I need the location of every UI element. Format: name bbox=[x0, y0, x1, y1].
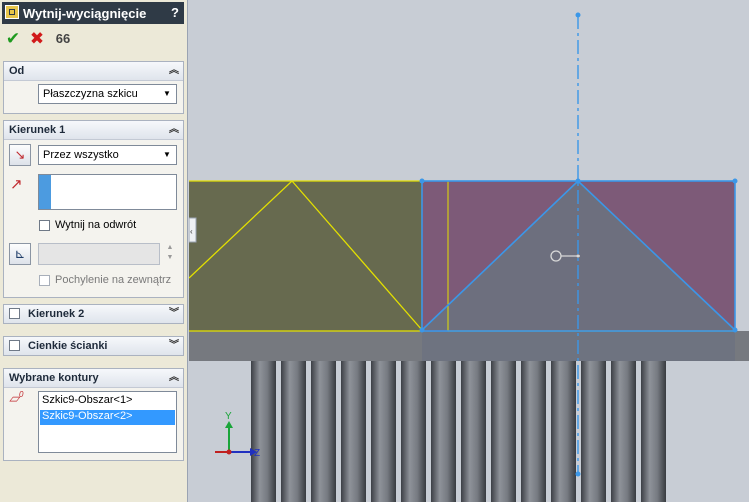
section-thin-feature-label: Cienkie ścianki bbox=[28, 340, 108, 352]
collapse-chevron-icon[interactable]: ︽ bbox=[169, 122, 179, 138]
from-select-value: Płaszczyzna szkicu bbox=[43, 88, 138, 100]
section-od: Od ︽ Płaszczyzna szkicu ▼ bbox=[3, 61, 184, 114]
section-direction-1-header[interactable]: Kierunek 1 ︽ bbox=[4, 121, 183, 140]
flip-side-checkbox[interactable] bbox=[39, 220, 50, 231]
chevron-down-icon: ▼ bbox=[163, 150, 171, 159]
section-direction-2: Kierunek 2 ︾ bbox=[3, 304, 184, 324]
preview-glasses-icon[interactable]: 66 bbox=[53, 29, 73, 49]
direction-selection-box[interactable] bbox=[38, 174, 177, 210]
end-condition-select[interactable]: Przez wszystko ▼ bbox=[38, 145, 177, 165]
collapse-chevron-icon[interactable]: ︽ bbox=[169, 370, 179, 386]
draft-icon[interactable]: ⊾ bbox=[9, 243, 31, 265]
chevron-down-icon: ▼ bbox=[163, 89, 171, 98]
section-selected-contours-header[interactable]: Wybrane kontury ︽ bbox=[4, 369, 183, 388]
section-selected-contours: Wybrane kontury ︽ ▱0 Szkic9-Obszar<1> Sz… bbox=[3, 368, 184, 461]
feature-title-bar: Wytnij-wyciągnięcie ? bbox=[2, 2, 184, 24]
cut-extrude-icon bbox=[5, 5, 19, 19]
direction-vector-icon: ↗ bbox=[10, 176, 23, 193]
ok-button[interactable]: ✔ bbox=[3, 29, 23, 49]
from-select[interactable]: Płaszczyzna szkicu ▼ bbox=[38, 84, 177, 104]
sketch-contour-icon: ▱0 bbox=[9, 390, 24, 406]
property-manager: Wytnij-wyciągnięcie ? ✔ ✖ 66 Od ︽ Płaszc… bbox=[0, 0, 188, 502]
draft-angle-input[interactable] bbox=[38, 243, 160, 265]
direction-2-checkbox[interactable] bbox=[9, 308, 20, 319]
section-thin-feature: Cienkie ścianki ︾ bbox=[3, 336, 184, 356]
sketch-region-1[interactable] bbox=[189, 181, 422, 331]
section-od-label: Od bbox=[9, 65, 25, 77]
help-icon[interactable]: ? bbox=[171, 5, 179, 20]
svg-text:‹: ‹ bbox=[190, 227, 193, 236]
thin-feature-checkbox[interactable] bbox=[9, 340, 20, 351]
contours-list[interactable]: Szkic9-Obszar<1> Szkic9-Obszar<2> bbox=[38, 391, 177, 453]
cylinder-pins bbox=[251, 361, 666, 502]
expand-chevron-icon[interactable]: ︾ bbox=[169, 306, 179, 322]
graphics-area[interactable]: ‹ Y Z bbox=[189, 0, 749, 502]
draft-angle-spinner[interactable]: ▲ ▼ bbox=[164, 243, 176, 265]
collapse-chevron-icon[interactable]: ︽ bbox=[169, 63, 179, 79]
section-direction-2-header[interactable]: Kierunek 2 ︾ bbox=[4, 305, 183, 323]
flip-side-label: Wytnij na odwrót bbox=[55, 219, 137, 231]
section-direction-1: Kierunek 1 ︽ ↘ Przez wszystko ▼ ↗ Wytnij… bbox=[3, 120, 184, 298]
feature-title: Wytnij-wyciągnięcie bbox=[23, 6, 147, 21]
section-direction-2-label: Kierunek 2 bbox=[28, 308, 85, 320]
triad-y-label: Y bbox=[225, 411, 232, 422]
section-od-header[interactable]: Od ︽ bbox=[4, 62, 183, 81]
expand-chevron-icon[interactable]: ︾ bbox=[169, 338, 179, 354]
end-condition-value: Przez wszystko bbox=[43, 149, 119, 161]
model-view: ‹ Y Z bbox=[189, 12, 749, 502]
draft-outward-checkbox[interactable] bbox=[39, 275, 50, 286]
draft-outward-label: Pochylenie na zewnątrz bbox=[55, 274, 172, 286]
list-item[interactable]: Szkic9-Obszar<1> bbox=[40, 394, 175, 408]
list-item-selected[interactable]: Szkic9-Obszar<2> bbox=[40, 410, 175, 425]
reverse-direction-icon[interactable]: ↘ bbox=[9, 144, 31, 166]
section-direction-1-label: Kierunek 1 bbox=[9, 124, 66, 136]
section-selected-contours-label: Wybrane kontury bbox=[9, 372, 99, 384]
cancel-button[interactable]: ✖ bbox=[27, 29, 47, 49]
triad-z-label: Z bbox=[254, 448, 260, 459]
section-thin-feature-header[interactable]: Cienkie ścianki ︾ bbox=[4, 337, 183, 355]
